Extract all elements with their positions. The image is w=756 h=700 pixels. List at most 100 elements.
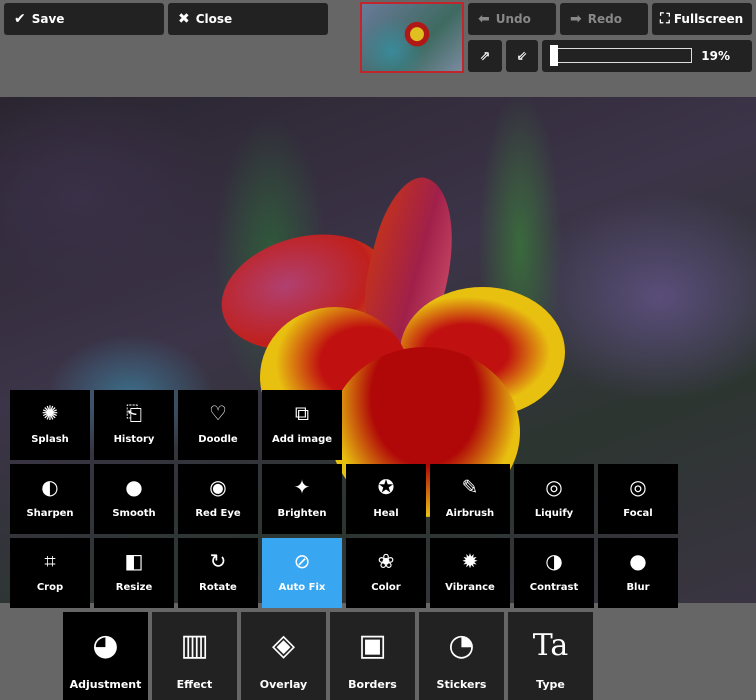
- tab-label: Effect: [176, 678, 213, 691]
- tab-stickers[interactable]: ◔ Stickers: [419, 612, 504, 700]
- history-icon: ⎗: [126, 401, 142, 425]
- add-image-icon: ⧉: [294, 401, 310, 425]
- tab-type[interactable]: Ta Type: [508, 612, 593, 700]
- liquify-icon: ◎: [545, 475, 563, 499]
- contrast-icon: ◑: [545, 549, 563, 573]
- tool-color[interactable]: ❀ Color: [346, 538, 426, 608]
- blur-icon: ●: [629, 549, 647, 573]
- airbrush-icon: ✎: [461, 475, 479, 499]
- type-icon: Ta: [532, 628, 569, 663]
- tool-label: History: [113, 434, 155, 445]
- focal-icon: ◎: [629, 475, 647, 499]
- vibrance-icon: ✹: [461, 549, 479, 573]
- fullscreen-icon: ⛶: [660, 11, 670, 27]
- tool-label: Vibrance: [445, 582, 495, 593]
- rotate-icon: ↻: [209, 549, 227, 573]
- arrow-left-icon: ⬅: [478, 11, 490, 27]
- tab-borders[interactable]: ▣ Borders: [330, 612, 415, 700]
- tool-add-image[interactable]: ⧉ Add image: [262, 390, 342, 460]
- resize-icon: ◧: [124, 549, 144, 573]
- tool-brighten[interactable]: ✦ Brighten: [262, 464, 342, 534]
- tool-doodle[interactable]: ♡ Doodle: [178, 390, 258, 460]
- tool-label: Rotate: [199, 582, 237, 593]
- tool-label: Heal: [373, 508, 399, 519]
- tab-label: Adjustment: [69, 678, 142, 691]
- auto-fix-icon: ⊘: [293, 549, 311, 573]
- tool-rotate[interactable]: ↻ Rotate: [178, 538, 258, 608]
- tab-adjustment[interactable]: ◕ Adjustment: [63, 612, 148, 700]
- tool-label: Crop: [36, 582, 64, 593]
- redo-button[interactable]: ➡ Redo: [560, 3, 648, 35]
- border-icon: ▣: [358, 628, 387, 663]
- tool-label: Red Eye: [195, 508, 241, 519]
- heal-icon: ✪: [377, 475, 395, 499]
- image-thumbnail[interactable]: [360, 2, 464, 73]
- tab-overlay[interactable]: ◈ Overlay: [241, 612, 326, 700]
- smooth-icon: ●: [125, 475, 143, 499]
- tool-vibrance[interactable]: ✹ Vibrance: [430, 538, 510, 608]
- close-button[interactable]: ✖ Close: [168, 3, 328, 35]
- layers-icon: ◈: [271, 628, 296, 663]
- zoom-slider-panel: 19%: [542, 40, 752, 72]
- tool-crop[interactable]: ⌗ Crop: [10, 538, 90, 608]
- fullscreen-label: Fullscreen: [673, 12, 744, 26]
- redo-label: Redo: [587, 12, 622, 26]
- close-icon: ✖: [178, 11, 190, 27]
- zoom-slider-handle[interactable]: [550, 45, 558, 66]
- tool-liquify[interactable]: ◎ Liquify: [514, 464, 594, 534]
- tool-red-eye[interactable]: ◉ Red Eye: [178, 464, 258, 534]
- tool-label: Smooth: [112, 508, 156, 519]
- zoom-percent: 19%: [701, 49, 730, 63]
- tool-label: Airbrush: [445, 508, 495, 519]
- tab-label: Borders: [348, 678, 397, 691]
- tool-blur[interactable]: ● Blur: [598, 538, 678, 608]
- fullscreen-button[interactable]: ⛶ Fullscreen: [652, 3, 752, 35]
- adjustment-icon: ◕: [92, 628, 119, 663]
- tool-history[interactable]: ⎗ History: [94, 390, 174, 460]
- sticker-icon: ◔: [448, 628, 475, 663]
- color-icon: ❀: [377, 549, 395, 573]
- tool-label: Color: [371, 582, 401, 593]
- zoom-out-icon: ⇙: [516, 48, 528, 64]
- doodle-icon: ♡: [209, 401, 227, 425]
- tool-label: Sharpen: [26, 508, 74, 519]
- tool-auto-fix[interactable]: ⊘ Auto Fix: [262, 538, 342, 608]
- tool-label: Liquify: [534, 508, 574, 519]
- tool-resize[interactable]: ◧ Resize: [94, 538, 174, 608]
- close-label: Close: [195, 12, 233, 26]
- tool-label: Focal: [623, 508, 653, 519]
- tool-sharpen[interactable]: ◐ Sharpen: [10, 464, 90, 534]
- zoom-in-icon: ⇗: [479, 48, 491, 64]
- zoom-out-button[interactable]: ⇙: [506, 40, 538, 72]
- tool-label: Add image: [271, 434, 333, 445]
- sharpen-icon: ◐: [41, 475, 59, 499]
- tab-label: Overlay: [259, 678, 308, 691]
- tool-focal[interactable]: ◎ Focal: [598, 464, 678, 534]
- check-icon: ✔: [14, 11, 26, 27]
- tool-label: Doodle: [198, 434, 238, 445]
- eye-icon: ◉: [209, 475, 227, 499]
- tool-splash[interactable]: ✺ Splash: [10, 390, 90, 460]
- film-icon: ▥: [180, 628, 209, 663]
- tool-label: Brighten: [277, 508, 327, 519]
- crop-icon: ⌗: [44, 549, 56, 573]
- tool-label: Contrast: [529, 582, 579, 593]
- tab-label: Stickers: [436, 678, 487, 691]
- tab-effect[interactable]: ▥ Effect: [152, 612, 237, 700]
- undo-label: Undo: [495, 12, 531, 26]
- tool-label: Resize: [115, 582, 153, 593]
- tool-label: Splash: [31, 434, 69, 445]
- tool-heal[interactable]: ✪ Heal: [346, 464, 426, 534]
- tool-label: Auto Fix: [278, 582, 326, 593]
- tab-label: Type: [536, 678, 565, 691]
- undo-button[interactable]: ⬅ Undo: [468, 3, 556, 35]
- tool-label: Blur: [626, 582, 650, 593]
- splash-icon: ✺: [41, 401, 59, 425]
- zoom-slider-track[interactable]: [550, 48, 692, 63]
- tool-airbrush[interactable]: ✎ Airbrush: [430, 464, 510, 534]
- arrow-right-icon: ➡: [570, 11, 582, 27]
- save-button[interactable]: ✔ Save: [4, 3, 164, 35]
- tool-contrast[interactable]: ◑ Contrast: [514, 538, 594, 608]
- tool-smooth[interactable]: ● Smooth: [94, 464, 174, 534]
- zoom-in-button[interactable]: ⇗: [468, 40, 502, 72]
